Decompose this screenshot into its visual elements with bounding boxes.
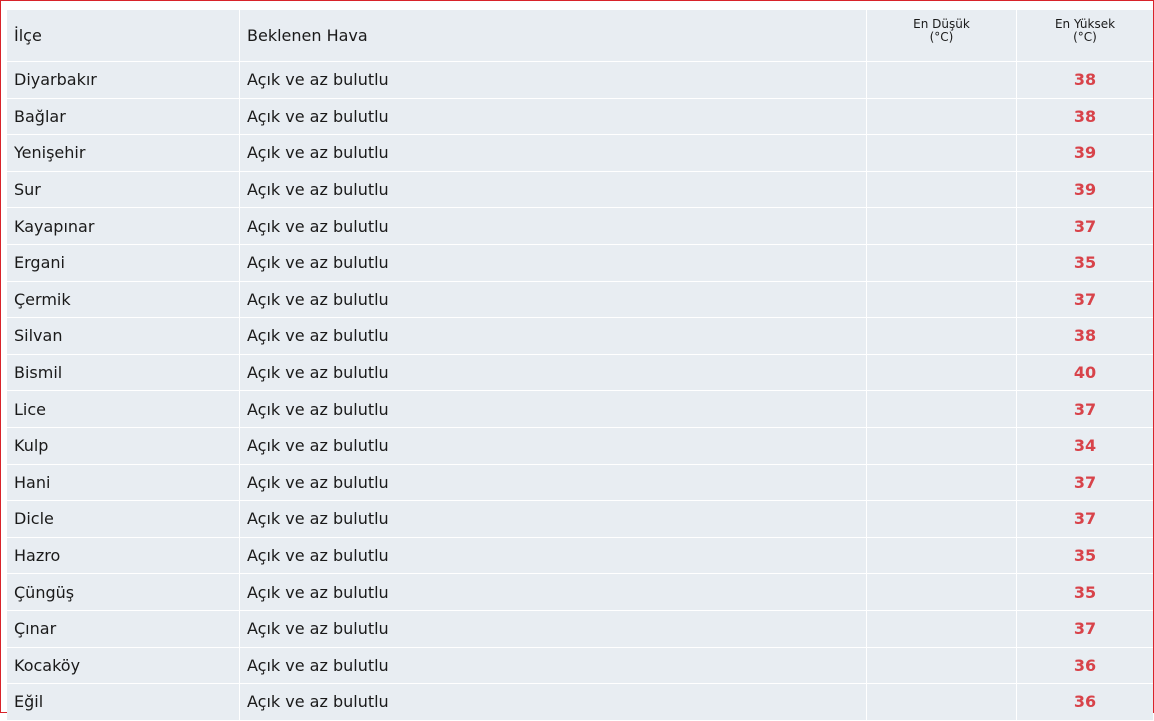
table-row: Yenişehir Açık ve az bulutlu 39 xyxy=(7,135,1153,172)
table-row: Kayapınar Açık ve az bulutlu 37 xyxy=(7,208,1153,245)
district-cell: Sur xyxy=(7,171,240,209)
weather-cell: Açık ve az bulutlu xyxy=(240,318,867,355)
district-cell: Yenişehir xyxy=(7,135,240,172)
weather-cell: Açık ve az bulutlu xyxy=(240,135,867,172)
weather-cell: Açık ve az bulutlu xyxy=(240,537,867,575)
district-cell: Bağlar xyxy=(7,98,240,136)
high-temp-cell: 37 xyxy=(1017,208,1153,245)
table-header-row: İlçe Beklenen Hava En Düşük (°C) En Yüks… xyxy=(7,10,1153,62)
forecast-table: İlçe Beklenen Hava En Düşük (°C) En Yüks… xyxy=(7,10,1153,721)
high-temp-cell: 35 xyxy=(1017,574,1153,611)
weather-cell: Açık ve az bulutlu xyxy=(240,501,867,538)
table-row: Eğil Açık ve az bulutlu 36 xyxy=(7,684,1153,721)
low-temp-cell xyxy=(867,281,1017,319)
low-temp-cell xyxy=(867,427,1017,465)
low-temp-cell xyxy=(867,684,1017,721)
low-temp-cell xyxy=(867,171,1017,209)
low-temp-cell xyxy=(867,537,1017,575)
district-cell: Çüngüş xyxy=(7,574,240,611)
high-temp-cell: 37 xyxy=(1017,391,1153,428)
high-temp-cell: 40 xyxy=(1017,354,1153,392)
district-cell: Dicle xyxy=(7,501,240,538)
weather-cell: Açık ve az bulutlu xyxy=(240,244,867,282)
district-cell: Ergani xyxy=(7,244,240,282)
high-temp-cell: 37 xyxy=(1017,281,1153,319)
table-row: Hazro Açık ve az bulutlu 35 xyxy=(7,537,1153,575)
forecast-frame: İlçe Beklenen Hava En Düşük (°C) En Yüks… xyxy=(0,0,1154,721)
header-district: İlçe xyxy=(7,10,240,62)
district-cell: Eğil xyxy=(7,684,240,721)
table-row: Lice Açık ve az bulutlu 37 xyxy=(7,391,1153,428)
low-temp-cell xyxy=(867,244,1017,282)
low-temp-cell xyxy=(867,62,1017,99)
table-row: Sur Açık ve az bulutlu 39 xyxy=(7,171,1153,209)
low-temp-cell xyxy=(867,610,1017,648)
low-temp-cell xyxy=(867,574,1017,611)
table-row: Dicle Açık ve az bulutlu 37 xyxy=(7,501,1153,538)
district-cell: Hani xyxy=(7,464,240,502)
low-temp-cell xyxy=(867,208,1017,245)
header-high-temp: En Yüksek (°C) xyxy=(1017,10,1153,62)
high-temp-cell: 38 xyxy=(1017,318,1153,355)
table-row: Çermik Açık ve az bulutlu 37 xyxy=(7,281,1153,319)
table-row: Hani Açık ve az bulutlu 37 xyxy=(7,464,1153,502)
header-low-temp: En Düşük (°C) xyxy=(867,10,1017,62)
district-cell: Kulp xyxy=(7,427,240,465)
high-temp-cell: 34 xyxy=(1017,427,1153,465)
weather-cell: Açık ve az bulutlu xyxy=(240,391,867,428)
low-temp-cell xyxy=(867,501,1017,538)
high-temp-cell: 37 xyxy=(1017,610,1153,648)
table-row: Bağlar Açık ve az bulutlu 38 xyxy=(7,98,1153,136)
table-row: Diyarbakır Açık ve az bulutlu 38 xyxy=(7,62,1153,99)
table-row: Bismil Açık ve az bulutlu 40 xyxy=(7,354,1153,392)
weather-cell: Açık ve az bulutlu xyxy=(240,354,867,392)
weather-cell: Açık ve az bulutlu xyxy=(240,647,867,685)
weather-cell: Açık ve az bulutlu xyxy=(240,427,867,465)
high-temp-cell: 39 xyxy=(1017,135,1153,172)
weather-cell: Açık ve az bulutlu xyxy=(240,62,867,99)
district-cell: Çınar xyxy=(7,610,240,648)
weather-cell: Açık ve az bulutlu xyxy=(240,464,867,502)
high-temp-cell: 38 xyxy=(1017,98,1153,136)
low-temp-cell xyxy=(867,647,1017,685)
high-temp-cell: 36 xyxy=(1017,647,1153,685)
district-cell: Lice xyxy=(7,391,240,428)
weather-cell: Açık ve az bulutlu xyxy=(240,684,867,721)
header-weather: Beklenen Hava xyxy=(240,10,867,62)
district-cell: Kayapınar xyxy=(7,208,240,245)
header-low-temp-unit: (°C) xyxy=(929,30,954,44)
weather-cell: Açık ve az bulutlu xyxy=(240,208,867,245)
low-temp-cell xyxy=(867,135,1017,172)
high-temp-cell: 38 xyxy=(1017,62,1153,99)
high-temp-cell: 39 xyxy=(1017,171,1153,209)
low-temp-cell xyxy=(867,98,1017,136)
high-temp-cell: 36 xyxy=(1017,684,1153,721)
weather-cell: Açık ve az bulutlu xyxy=(240,98,867,136)
low-temp-cell xyxy=(867,318,1017,355)
weather-cell: Açık ve az bulutlu xyxy=(240,171,867,209)
low-temp-cell xyxy=(867,354,1017,392)
district-cell: Kocaköy xyxy=(7,647,240,685)
header-high-temp-unit: (°C) xyxy=(1073,30,1097,44)
table-row: Kocaköy Açık ve az bulutlu 36 xyxy=(7,647,1153,685)
table-row: Çınar Açık ve az bulutlu 37 xyxy=(7,610,1153,648)
table-row: Ergani Açık ve az bulutlu 35 xyxy=(7,244,1153,282)
table-row: Çüngüş Açık ve az bulutlu 35 xyxy=(7,574,1153,611)
high-temp-cell: 35 xyxy=(1017,244,1153,282)
district-cell: Bismil xyxy=(7,354,240,392)
district-cell: Hazro xyxy=(7,537,240,575)
table-row: Silvan Açık ve az bulutlu 38 xyxy=(7,318,1153,355)
weather-cell: Açık ve az bulutlu xyxy=(240,281,867,319)
high-temp-cell: 37 xyxy=(1017,464,1153,502)
district-cell: Çermik xyxy=(7,281,240,319)
district-cell: Silvan xyxy=(7,318,240,355)
high-temp-cell: 37 xyxy=(1017,501,1153,538)
low-temp-cell xyxy=(867,391,1017,428)
low-temp-cell xyxy=(867,464,1017,502)
high-temp-cell: 35 xyxy=(1017,537,1153,575)
weather-cell: Açık ve az bulutlu xyxy=(240,610,867,648)
table-row: Kulp Açık ve az bulutlu 34 xyxy=(7,427,1153,465)
weather-cell: Açık ve az bulutlu xyxy=(240,574,867,611)
district-cell: Diyarbakır xyxy=(7,62,240,99)
